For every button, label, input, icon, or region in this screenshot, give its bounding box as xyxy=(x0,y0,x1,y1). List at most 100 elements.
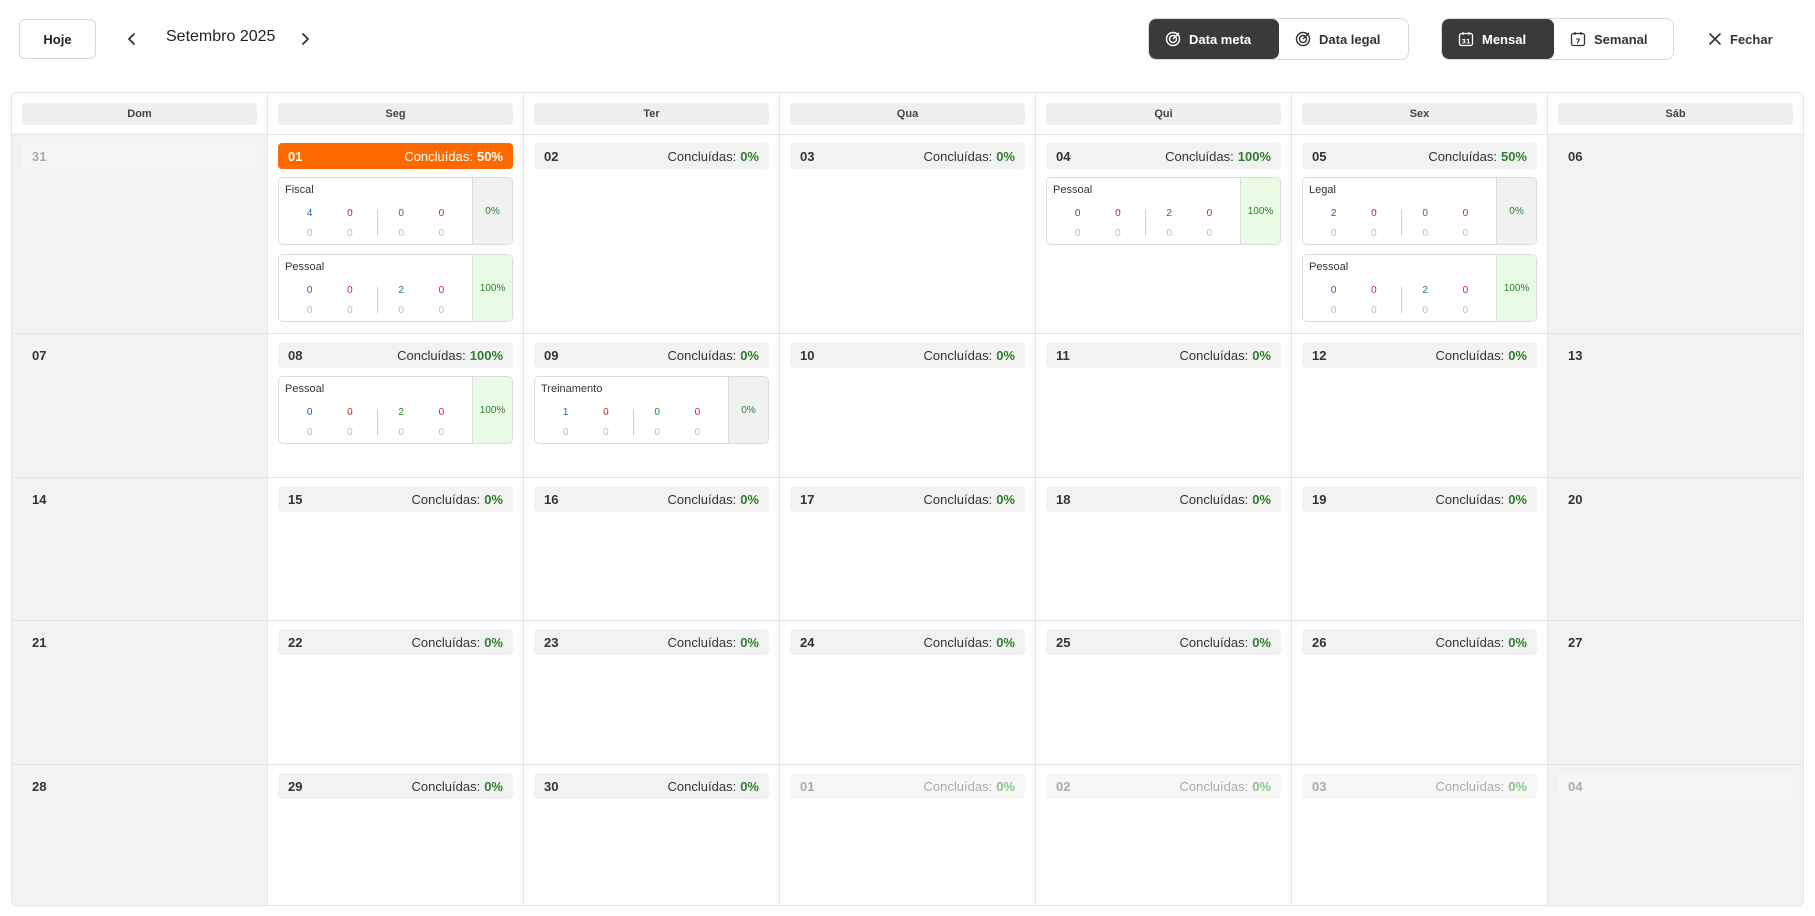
task-count-value: 2 xyxy=(398,285,404,296)
calendar-day-cell[interactable]: 04 xyxy=(1548,765,1803,905)
calendar-day-cell[interactable]: 22 Concluídas: 0% xyxy=(268,621,524,764)
calendar-day-cell[interactable]: 21 xyxy=(12,621,268,764)
svg-text:31: 31 xyxy=(1461,38,1471,46)
calendar-day-cell[interactable]: 12 Concluídas: 0% xyxy=(1292,334,1548,477)
calendar-day-cell[interactable]: 26 Concluídas: 0% xyxy=(1292,621,1548,764)
task-group-percent: 100% xyxy=(1240,178,1280,244)
calendar-day-cell[interactable]: 17 Concluídas: 0% xyxy=(780,478,1036,620)
view-mode-switch: 31 Mensal 7 Semanal xyxy=(1441,18,1674,60)
calendar-week-row: 31 01 Concluídas: 50% Fiscal 4 0 0 0 0 0 0 0 0% Pessoa… xyxy=(12,135,1803,334)
calendar-day-cell[interactable]: 16 Concluídas: 0% xyxy=(524,478,780,620)
calendar-day-cell[interactable]: 15 Concluídas: 0% xyxy=(268,478,524,620)
calendar-day-cell[interactable]: 08 Concluídas: 100% Pessoal 0 0 2 0 0 0 0 0 100% xyxy=(268,334,524,477)
completion-value: 0% xyxy=(1508,778,1527,794)
close-button[interactable]: Fechar xyxy=(1708,26,1773,52)
completion-value: 0% xyxy=(740,491,759,507)
task-count-value: 0 xyxy=(1330,305,1337,316)
task-group-card[interactable]: Pessoal 0 0 2 0 0 0 0 0 100% xyxy=(278,254,513,322)
task-group-title: Pessoal xyxy=(1309,261,1349,273)
calendar-day-cell[interactable]: 11 Concluídas: 0% xyxy=(1036,334,1292,477)
task-group-card[interactable]: Treinamento 1 0 0 0 0 0 0 0 0% xyxy=(534,376,769,444)
calendar-day-cell[interactable]: 01 Concluídas: 50% Fiscal 4 0 0 0 0 0 0 0 0% Pessoal 0… xyxy=(268,135,524,333)
calendar-day-cell[interactable]: 29 Concluídas: 0% xyxy=(268,765,524,905)
close-icon xyxy=(1709,33,1721,45)
calendar-day-cell[interactable]: 30 Concluídas: 0% xyxy=(524,765,780,905)
calendar-day-cell[interactable]: 03 Concluídas: 0% xyxy=(1292,765,1548,905)
calendar-day-cell[interactable]: 27 xyxy=(1548,621,1803,764)
completion-label: Concluídas: xyxy=(923,148,993,164)
task-group-percent: 0% xyxy=(472,178,512,244)
weekday-label: Dom xyxy=(22,103,257,125)
day-number: 15 xyxy=(288,491,303,507)
calendar-day-cell[interactable]: 18 Concluídas: 0% xyxy=(1036,478,1292,620)
task-group-card[interactable]: Pessoal 0 0 2 0 0 0 0 0 100% xyxy=(1302,254,1537,322)
calendar-day-cell[interactable]: 24 Concluídas: 0% xyxy=(780,621,1036,764)
task-count-value: 0 xyxy=(306,305,313,316)
day-completion: Concluídas: 0% xyxy=(412,492,503,507)
day-header: 02 Concluídas: 0% xyxy=(534,143,769,169)
task-counts: 1 0 0 0 0 0 0 0 xyxy=(541,407,724,439)
task-group-card[interactable]: Pessoal 0 0 2 0 0 0 0 0 100% xyxy=(278,376,513,444)
task-count-value: 0 xyxy=(1115,208,1121,219)
weekday-header-cell: Sex xyxy=(1292,93,1548,134)
completion-label: Concluídas: xyxy=(667,347,737,363)
completion-label: Concluídas: xyxy=(411,491,481,507)
calendar-day-cell[interactable]: 23 Concluídas: 0% xyxy=(524,621,780,764)
calendar-day-cell[interactable]: 19 Concluídas: 0% xyxy=(1292,478,1548,620)
calendar-day-cell[interactable]: 05 Concluídas: 50% Legal 2 0 0 0 0 0 0 0 0% Pessoal 0 0… xyxy=(1292,135,1548,333)
calendar-day-cell[interactable]: 09 Concluídas: 0% Treinamento 1 0 0 0 0 0 0 0 0% xyxy=(524,334,780,477)
view-semanal-label: Semanal xyxy=(1594,31,1648,47)
completion-label: Concluídas: xyxy=(1435,778,1505,794)
day-completion: Concluídas: 0% xyxy=(1180,492,1271,507)
prev-month-button[interactable] xyxy=(120,26,144,52)
day-completion: Concluídas: 100% xyxy=(1165,149,1271,164)
next-month-button[interactable] xyxy=(293,26,317,52)
task-group-card[interactable]: Pessoal 0 0 2 0 0 0 0 0 100% xyxy=(1046,177,1281,245)
task-counts: 2 0 0 0 0 0 0 0 xyxy=(1309,208,1492,240)
day-header: 03 Concluídas: 0% xyxy=(1302,773,1537,799)
day-header: 08 Concluídas: 100% xyxy=(278,342,513,368)
task-count-value: 0 xyxy=(694,407,701,418)
calendar-day-cell[interactable]: 01 Concluídas: 0% xyxy=(780,765,1036,905)
day-header: 26 Concluídas: 0% xyxy=(1302,629,1537,655)
completion-label: Concluídas: xyxy=(404,148,473,164)
day-header: 17 Concluídas: 0% xyxy=(790,486,1025,512)
day-header: 04 xyxy=(1558,773,1793,799)
day-number: 01 xyxy=(288,148,303,164)
view-mensal-button[interactable]: 31 Mensal xyxy=(1442,19,1554,59)
date-mode-legal-button[interactable]: Data legal xyxy=(1279,19,1408,59)
view-semanal-button[interactable]: 7 Semanal xyxy=(1554,19,1673,59)
task-group-percent: 0% xyxy=(1496,178,1536,244)
task-group-card[interactable]: Legal 2 0 0 0 0 0 0 0 0% xyxy=(1302,177,1537,245)
task-group-title: Pessoal xyxy=(285,383,325,395)
calendar-day-cell[interactable]: 31 xyxy=(12,135,268,333)
day-number: 01 xyxy=(800,778,815,794)
completion-label: Concluídas: xyxy=(1435,634,1505,650)
date-mode-meta-button[interactable]: Data meta xyxy=(1149,19,1279,59)
calendar-day-cell[interactable]: 20 xyxy=(1548,478,1803,620)
day-header: 10 Concluídas: 0% xyxy=(790,342,1025,368)
task-counts: 0 0 2 0 0 0 0 0 xyxy=(1053,208,1236,240)
completion-value: 0% xyxy=(1252,347,1271,363)
calendar-day-cell[interactable]: 03 Concluídas: 0% xyxy=(780,135,1036,333)
calendar-day-cell[interactable]: 25 Concluídas: 0% xyxy=(1036,621,1292,764)
calendar-day-cell[interactable]: 06 xyxy=(1548,135,1803,333)
day-number: 03 xyxy=(800,148,815,164)
calendar-day-cell[interactable]: 04 Concluídas: 100% Pessoal 0 0 2 0 0 0 0 0 100% xyxy=(1036,135,1292,333)
task-count-value: 0 xyxy=(438,407,445,418)
day-header: 24 Concluídas: 0% xyxy=(790,629,1025,655)
completion-value: 0% xyxy=(1508,347,1527,363)
task-group-title: Treinamento xyxy=(541,383,603,395)
day-header: 05 Concluídas: 50% xyxy=(1302,143,1537,169)
task-group-card[interactable]: Fiscal 4 0 0 0 0 0 0 0 0% xyxy=(278,177,513,245)
calendar-day-cell[interactable]: 13 xyxy=(1548,334,1803,477)
calendar-day-cell[interactable]: 14 xyxy=(12,478,268,620)
calendar-day-cell[interactable]: 02 Concluídas: 0% xyxy=(1036,765,1292,905)
day-number: 10 xyxy=(800,347,815,363)
today-button[interactable]: Hoje xyxy=(19,19,96,59)
completion-value: 0% xyxy=(740,634,759,650)
calendar-day-cell[interactable]: 28 xyxy=(12,765,268,905)
calendar-day-cell[interactable]: 02 Concluídas: 0% xyxy=(524,135,780,333)
calendar-day-cell[interactable]: 07 xyxy=(12,334,268,477)
calendar-day-cell[interactable]: 10 Concluídas: 0% xyxy=(780,334,1036,477)
